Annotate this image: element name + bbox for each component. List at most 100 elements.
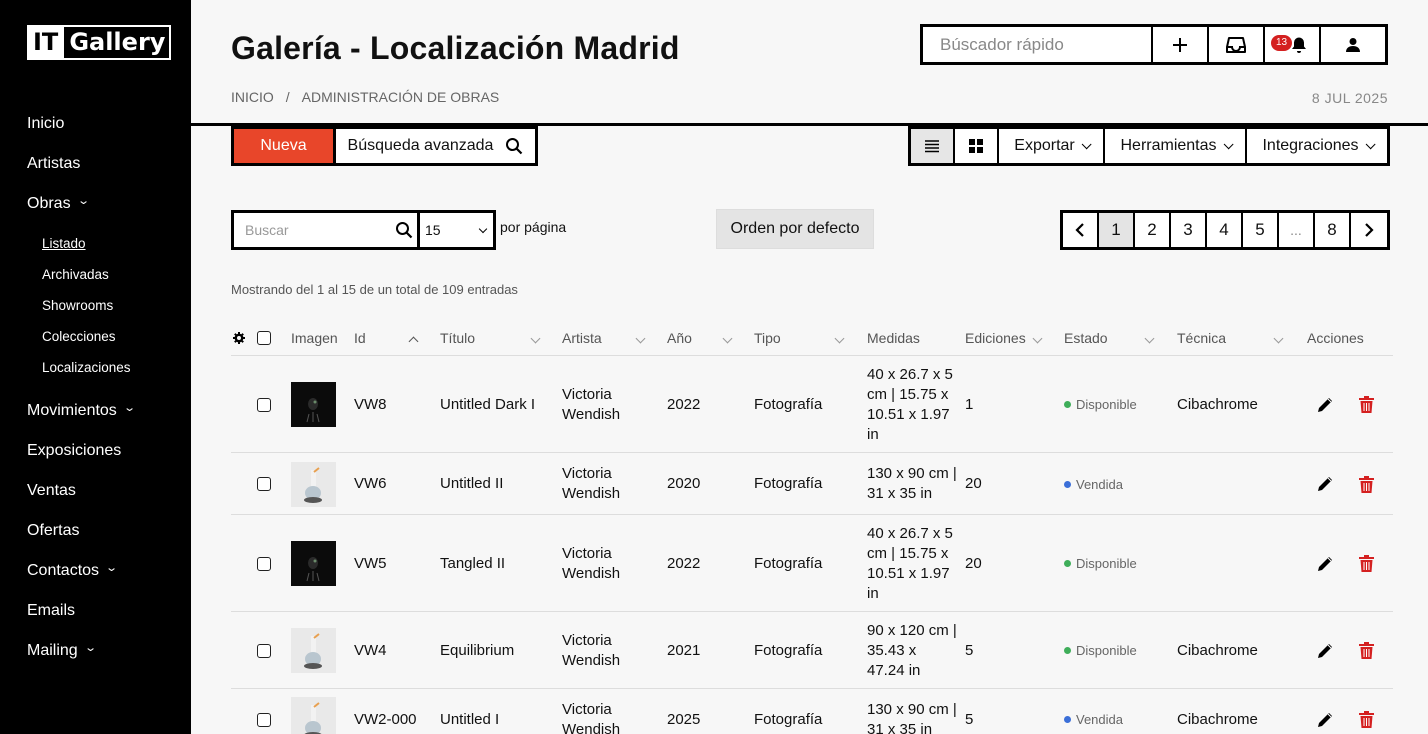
- table-row[interactable]: VW4 Equilibrium Victoria Wendish 2021 Fotogr…: [231, 613, 1393, 689]
- chevron-down-icon: [1273, 333, 1284, 344]
- pagination-page[interactable]: 2: [1135, 213, 1171, 247]
- quick-search-input[interactable]: Búscador rápido: [923, 27, 1153, 62]
- cell-title[interactable]: Tangled II: [440, 516, 555, 611]
- cell-type: Fotografía: [754, 395, 823, 413]
- artwork-thumbnail[interactable]: [291, 516, 336, 611]
- column-editions[interactable]: Ediciones: [965, 330, 1045, 346]
- cell-title[interactable]: Untitled II: [440, 454, 555, 514]
- sidebar-subitem-listado[interactable]: Listado: [27, 228, 187, 259]
- table-row[interactable]: VW8 Untitled Dark I Victoria Wendish 2022 Fo…: [231, 357, 1393, 453]
- sidebar-item-emails[interactable]: Emails: [27, 591, 187, 631]
- column-technique[interactable]: Técnica: [1177, 330, 1285, 346]
- row-select-checkbox[interactable]: [257, 613, 271, 688]
- pencil-icon: [1318, 712, 1332, 727]
- integrations-dropdown[interactable]: Integraciones: [1247, 129, 1387, 163]
- export-dropdown[interactable]: Exportar: [999, 129, 1105, 163]
- column-status[interactable]: Estado: [1064, 330, 1156, 346]
- sidebar-item-ofertas[interactable]: Ofertas: [27, 511, 187, 551]
- table-search-input[interactable]: Buscar: [231, 210, 420, 250]
- sidebar-item-mailing[interactable]: Mailing ⌄: [27, 631, 187, 671]
- edit-button[interactable]: [1316, 516, 1334, 611]
- notifications-button[interactable]: 13: [1265, 27, 1321, 62]
- artwork-thumbnail[interactable]: [291, 690, 336, 734]
- artwork-thumbnail[interactable]: [291, 357, 336, 452]
- table-row[interactable]: VW5 Tangled II Victoria Wendish 2022 Fotogra…: [231, 516, 1393, 612]
- sidebar-subitem-localizaciones[interactable]: Localizaciones: [27, 352, 187, 383]
- pagination-page[interactable]: 3: [1171, 213, 1207, 247]
- tools-label: Herramientas: [1120, 137, 1217, 154]
- status-indicator: Disponible: [1064, 643, 1137, 658]
- row-select-checkbox[interactable]: [257, 690, 271, 734]
- delete-button[interactable]: [1359, 357, 1374, 452]
- sidebar-item-inicio[interactable]: Inicio: [27, 104, 187, 144]
- delete-button[interactable]: [1359, 690, 1374, 734]
- tools-dropdown[interactable]: Herramientas: [1105, 129, 1247, 163]
- artwork-thumbnail[interactable]: [291, 454, 336, 514]
- table-row[interactable]: VW6 Untitled II Victoria Wendish 2020 Fotogr…: [231, 454, 1393, 515]
- pencil-icon: [1318, 643, 1332, 658]
- delete-button[interactable]: [1359, 454, 1374, 514]
- per-page-select[interactable]: 15: [418, 210, 496, 250]
- sidebar-item-artistas[interactable]: Artistas: [27, 144, 187, 184]
- advanced-search-button[interactable]: Búsqueda avanzada: [333, 126, 538, 166]
- status-label: Disponible: [1076, 397, 1137, 412]
- column-settings-button[interactable]: [233, 332, 245, 344]
- edit-button[interactable]: [1316, 690, 1334, 734]
- sidebar-item-obras[interactable]: Obras ⌄: [27, 184, 187, 224]
- cell-title[interactable]: Untitled I: [440, 690, 555, 734]
- sidebar-subitem-label: Colecciones: [42, 329, 116, 344]
- list-view-button[interactable]: [911, 129, 955, 163]
- pagination-prev-button[interactable]: [1063, 213, 1099, 247]
- logo[interactable]: IT Gallery: [27, 25, 172, 60]
- sidebar-subitem-archivadas[interactable]: Archivadas: [27, 259, 187, 290]
- cell-measures: 40 x 26.7 x 5 cm | 15.75 x 10.51 x 1.97 …: [867, 365, 953, 443]
- column-id[interactable]: Id: [354, 330, 419, 347]
- cell-technique: Cibachrome: [1177, 710, 1258, 728]
- sort-order-button[interactable]: Orden por defecto: [716, 209, 874, 249]
- sidebar-item-movimientos[interactable]: Movimientos ⌄: [27, 391, 187, 431]
- pagination-page[interactable]: 4: [1207, 213, 1243, 247]
- new-artwork-button[interactable]: Nueva: [231, 126, 333, 166]
- pagination-page[interactable]: 8: [1315, 213, 1351, 247]
- sidebar-item-ventas[interactable]: Ventas: [27, 471, 187, 511]
- cell-id: VW4: [354, 641, 387, 659]
- artwork-thumbnail[interactable]: [291, 613, 336, 688]
- delete-button[interactable]: [1359, 516, 1374, 611]
- column-artist[interactable]: Artista: [562, 330, 646, 346]
- chevron-right-icon: [1365, 223, 1374, 237]
- sidebar-item-exposiciones[interactable]: Exposiciones: [27, 431, 187, 471]
- user-account-button[interactable]: [1321, 27, 1385, 62]
- column-year[interactable]: Año: [667, 330, 733, 346]
- edit-button[interactable]: [1316, 357, 1334, 452]
- sidebar-subitem-showrooms[interactable]: Showrooms: [27, 290, 187, 321]
- row-select-checkbox[interactable]: [257, 454, 271, 514]
- delete-button[interactable]: [1359, 613, 1374, 688]
- column-actions: Acciones: [1307, 330, 1364, 346]
- cell-title[interactable]: Untitled Dark I: [440, 357, 555, 452]
- edit-button[interactable]: [1316, 454, 1334, 514]
- grid-view-button[interactable]: [955, 129, 999, 163]
- plus-icon: [1173, 37, 1187, 52]
- breadcrumb-separator: /: [285, 89, 290, 105]
- pagination-next-button[interactable]: [1351, 213, 1387, 247]
- sidebar-subitem-colecciones[interactable]: Colecciones: [27, 321, 187, 352]
- inbox-button[interactable]: [1209, 27, 1265, 62]
- table-row[interactable]: VW2-000 Untitled I Victoria Wendish 2025 Fot…: [231, 690, 1393, 734]
- breadcrumb-home[interactable]: INICIO: [231, 89, 274, 105]
- cell-id: VW5: [354, 554, 387, 572]
- sidebar-item-contactos[interactable]: Contactos ⌄: [27, 551, 187, 591]
- thumbnail-frame: [291, 461, 336, 507]
- column-type[interactable]: Tipo: [754, 330, 845, 346]
- select-all-checkbox[interactable]: [257, 331, 271, 345]
- trash-icon: [1359, 475, 1374, 493]
- cell-title[interactable]: Equilibrium: [440, 613, 555, 688]
- row-select-checkbox[interactable]: [257, 357, 271, 452]
- pagination-page[interactable]: 5: [1243, 213, 1279, 247]
- pagination-page[interactable]: 1: [1099, 213, 1135, 247]
- chevron-down-icon: [530, 333, 541, 344]
- add-button[interactable]: [1153, 27, 1209, 62]
- edit-button[interactable]: [1316, 613, 1334, 688]
- row-select-checkbox[interactable]: [257, 516, 271, 611]
- column-title[interactable]: Título: [440, 330, 542, 346]
- cell-id: VW6: [354, 475, 387, 492]
